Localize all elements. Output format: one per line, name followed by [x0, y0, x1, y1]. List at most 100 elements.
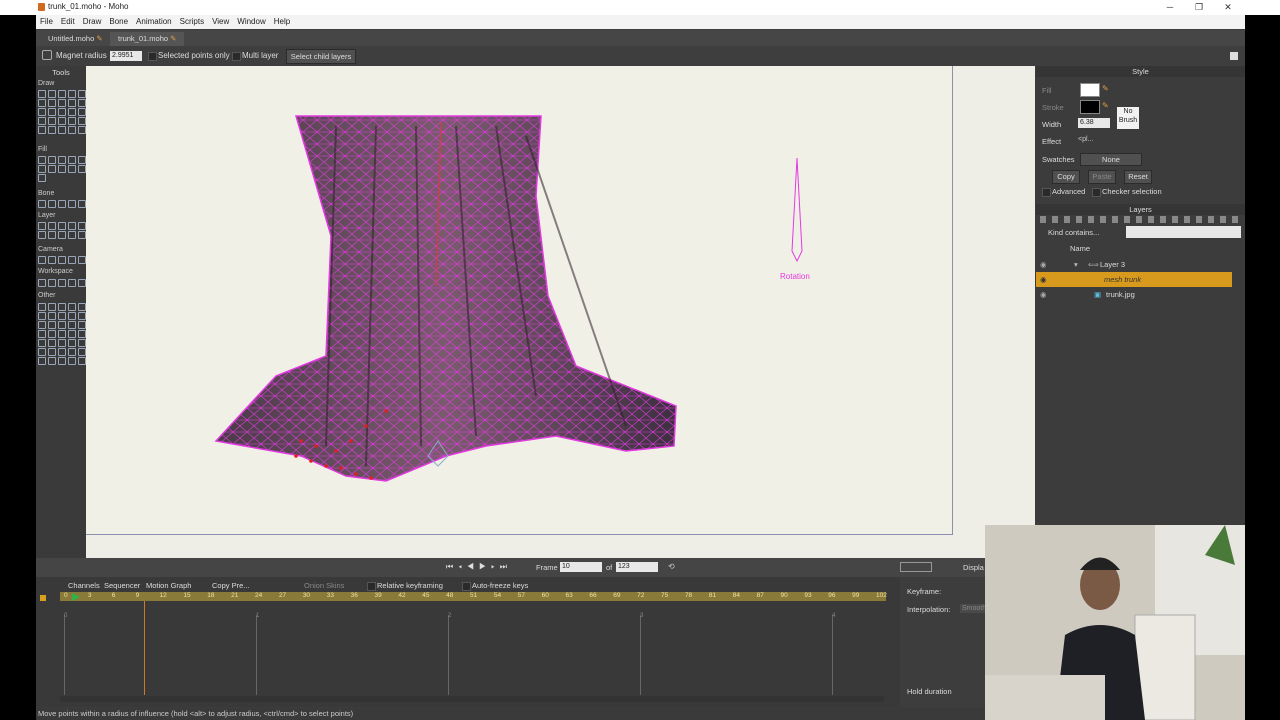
tool-icon[interactable]	[48, 90, 56, 98]
effect-select[interactable]: <pl...	[1078, 136, 1093, 143]
tool-icon[interactable]	[78, 348, 86, 356]
tool-icon[interactable]	[58, 165, 66, 173]
menu-scripts[interactable]: Scripts	[176, 15, 208, 29]
canvas-stage[interactable]: Rotation	[86, 66, 953, 535]
minimize-button[interactable]: ─	[1163, 1, 1177, 13]
tool-icon[interactable]	[48, 339, 56, 347]
tool-icon[interactable]	[48, 108, 56, 116]
tool-icon[interactable]	[58, 126, 66, 134]
playback-controls[interactable]: ⏮◂◀▶▸⏭	[446, 562, 512, 572]
kind-filter-select[interactable]: Kind contains...	[1048, 228, 1099, 237]
relative-keyframing-checkbox[interactable]	[367, 582, 376, 591]
reset-button[interactable]: Reset	[1124, 170, 1152, 184]
tab-channels[interactable]: Channels	[68, 581, 100, 590]
menu-bone[interactable]: Bone	[105, 15, 132, 29]
tool-icon[interactable]	[68, 357, 76, 365]
tab-sequencer[interactable]: Sequencer	[104, 581, 140, 590]
tool-icon[interactable]	[58, 303, 66, 311]
tool-icon[interactable]	[78, 222, 86, 230]
tool-icon[interactable]	[68, 99, 76, 107]
tool-icon[interactable]	[68, 330, 76, 338]
loop-icon[interactable]: ⟲	[668, 562, 675, 571]
menu-help[interactable]: Help	[270, 15, 294, 29]
pencil-icon[interactable]: ✎	[1102, 84, 1109, 93]
tool-icon[interactable]	[58, 117, 66, 125]
fill-tools-grid[interactable]	[38, 156, 86, 182]
menu-file[interactable]: File	[36, 15, 57, 29]
tool-icon[interactable]	[48, 279, 56, 287]
tool-icon[interactable]	[38, 357, 46, 365]
tool-icon[interactable]	[48, 312, 56, 320]
tool-icon[interactable]	[48, 330, 56, 338]
view-mode-icons[interactable]	[900, 562, 932, 572]
tool-icon[interactable]	[78, 231, 86, 239]
menu-window[interactable]: Window	[233, 15, 269, 29]
tool-icon[interactable]	[38, 256, 46, 264]
tool-icon[interactable]	[78, 165, 86, 173]
menu-view[interactable]: View	[208, 15, 233, 29]
layer-type-icons[interactable]	[1040, 216, 1240, 223]
tool-icon[interactable]	[58, 256, 66, 264]
tool-icon[interactable]	[48, 348, 56, 356]
checker-selection-checkbox[interactable]	[1092, 188, 1101, 197]
tool-icon[interactable]	[58, 156, 66, 164]
swatches-select[interactable]: None	[1080, 153, 1142, 166]
tool-icon[interactable]	[78, 256, 86, 264]
panel-toggle-icon[interactable]	[1230, 52, 1238, 60]
tool-icon[interactable]	[38, 117, 46, 125]
copy-button[interactable]: Copy	[1052, 170, 1080, 184]
tool-icon[interactable]	[38, 165, 46, 173]
tool-icon[interactable]	[68, 339, 76, 347]
playhead-line[interactable]	[144, 601, 145, 695]
tool-icon[interactable]	[68, 117, 76, 125]
tool-icon[interactable]	[38, 99, 46, 107]
width-input[interactable]: 6.38	[1078, 118, 1110, 128]
tool-icon[interactable]	[48, 222, 56, 230]
tool-icon[interactable]	[58, 99, 66, 107]
tool-icon[interactable]	[38, 330, 46, 338]
tool-icon[interactable]	[48, 231, 56, 239]
tool-icon[interactable]	[68, 126, 76, 134]
tool-icon[interactable]	[48, 156, 56, 164]
timeline-scrollbar[interactable]	[60, 696, 884, 702]
tab-untitled[interactable]: Untitled.moho ✎	[40, 32, 111, 46]
layer-row[interactable]: ◉ ▣ trunk.jpg	[1036, 287, 1232, 302]
tool-icon[interactable]	[78, 200, 86, 208]
tool-icon[interactable]	[78, 90, 86, 98]
tool-icon[interactable]	[48, 165, 56, 173]
tool-icon[interactable]	[58, 330, 66, 338]
tool-icon[interactable]	[78, 357, 86, 365]
layer-search-input[interactable]	[1126, 226, 1241, 238]
tool-icon[interactable]	[68, 279, 76, 287]
magnet-radius-input[interactable]: 2.9951	[110, 51, 142, 61]
paste-button[interactable]: Paste	[1088, 170, 1116, 184]
layer-row[interactable]: ◉ ▾ ⟺ Layer 3	[1036, 257, 1232, 272]
tool-icon[interactable]	[38, 174, 46, 182]
tool-icon[interactable]	[68, 348, 76, 356]
timeline-ruler[interactable]: 0 3 6 9 12 15 18 21 24 27 30 33 36 39 42 45 48 51 54 57 60 63…	[60, 592, 887, 601]
tool-icon[interactable]	[58, 348, 66, 356]
tool-icon[interactable]	[48, 200, 56, 208]
tool-icon[interactable]	[58, 90, 66, 98]
frame-input[interactable]: 10	[560, 562, 602, 572]
tool-icon[interactable]	[48, 357, 56, 365]
tool-icon[interactable]	[78, 321, 86, 329]
auto-freeze-checkbox[interactable]	[462, 582, 471, 591]
menu-edit[interactable]: Edit	[57, 15, 79, 29]
tool-icon[interactable]	[48, 126, 56, 134]
tool-icon[interactable]	[58, 279, 66, 287]
tool-icon[interactable]	[78, 99, 86, 107]
tool-icon[interactable]	[58, 108, 66, 116]
tool-icon[interactable]	[58, 312, 66, 320]
tool-icon[interactable]	[78, 117, 86, 125]
draw-tools-grid[interactable]	[38, 90, 86, 134]
fill-color-swatch[interactable]	[1080, 83, 1100, 97]
advanced-checkbox[interactable]	[1042, 188, 1051, 197]
tool-icon[interactable]	[38, 303, 46, 311]
tool-icon[interactable]	[68, 321, 76, 329]
tool-icon[interactable]	[58, 231, 66, 239]
tool-icon[interactable]	[58, 321, 66, 329]
workspace-tools-grid[interactable]	[38, 279, 86, 287]
tool-icon[interactable]	[78, 279, 86, 287]
tool-icon[interactable]	[78, 108, 86, 116]
